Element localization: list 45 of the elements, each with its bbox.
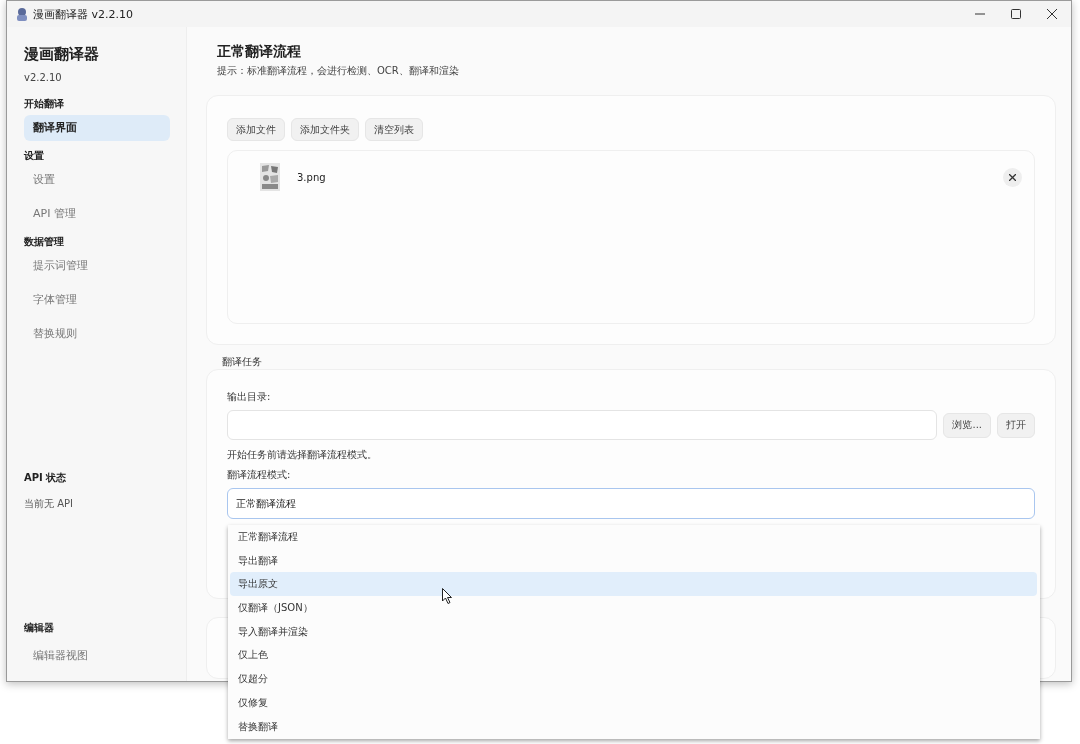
dropdown-option[interactable]: 仅上色 (230, 643, 1037, 668)
mouse-cursor-icon (442, 588, 453, 605)
toolbar-button[interactable]: 添加文件 (227, 118, 285, 141)
sidebar-item[interactable]: 字体管理 (24, 287, 170, 313)
section-heading: 数据管理 (24, 235, 65, 249)
output-button[interactable]: 打开 (997, 412, 1035, 438)
version-label: v2.2.10 (24, 72, 63, 83)
dropdown-option[interactable]: 仅翻译（JSON） (230, 596, 1037, 620)
maximize-icon[interactable] (1011, 9, 1021, 19)
api-status-text: 当前无 API (24, 497, 74, 511)
sidebar-item[interactable]: 编辑器视图 (24, 643, 170, 669)
section-heading: 开始翻译 (24, 97, 65, 111)
sidebar-item[interactable]: API 管理 (24, 201, 170, 227)
dropdown-option[interactable]: 导出原文 (230, 572, 1037, 597)
sidebar-item[interactable]: 设置 (24, 167, 170, 193)
notice-text: 开始任务前请选择翻译流程模式。 (227, 448, 378, 462)
section-heading: 翻译任务 (222, 355, 263, 369)
close-icon[interactable] (1047, 9, 1057, 19)
app-name: 漫画翻译器 (24, 45, 100, 64)
app-icon (15, 7, 29, 21)
page-title: 正常翻译流程 (217, 43, 302, 61)
remove-button[interactable] (1003, 167, 1022, 187)
dropdown-option[interactable]: 正常翻译流程 (230, 525, 1037, 549)
dropdown-option[interactable]: 仅超分 (230, 667, 1037, 691)
file-name: 3.png (297, 171, 327, 183)
dropdown-option[interactable]: 仅修复 (230, 690, 1037, 715)
sidebar-item[interactable]: 翻译界面 (24, 115, 170, 141)
window-title: 漫画翻译器 v2.2.10 (33, 6, 133, 22)
toolbar-button[interactable]: 添加文件夹 (291, 118, 359, 141)
field-label: 翻译流程模式: (227, 468, 292, 482)
section-heading: 设置 (24, 149, 45, 163)
field-label: 输出目录: (227, 390, 272, 404)
toolbar-button[interactable]: 清空列表 (365, 118, 423, 141)
output-directory-field[interactable] (227, 410, 938, 440)
output-button[interactable]: 浏览... (943, 412, 991, 438)
dropdown-option[interactable]: 导出翻译 (230, 548, 1037, 573)
hint-text: 提示：标准翻译流程，会进行检测、OCR、翻译和渲染 (217, 64, 460, 78)
sidebar-item[interactable]: 替换规则 (24, 321, 170, 347)
mode-select[interactable]: 正常翻译流程 (227, 488, 1035, 519)
dropdown-option[interactable]: 替换翻译 (230, 714, 1037, 739)
section-heading: API 状态 (24, 471, 68, 485)
sidebar-item[interactable]: 提示词管理 (24, 253, 170, 279)
close-icon (1009, 173, 1016, 181)
section-heading: 编辑器 (24, 621, 55, 635)
dropdown-option[interactable]: 导入翻译并渲染 (230, 619, 1037, 644)
